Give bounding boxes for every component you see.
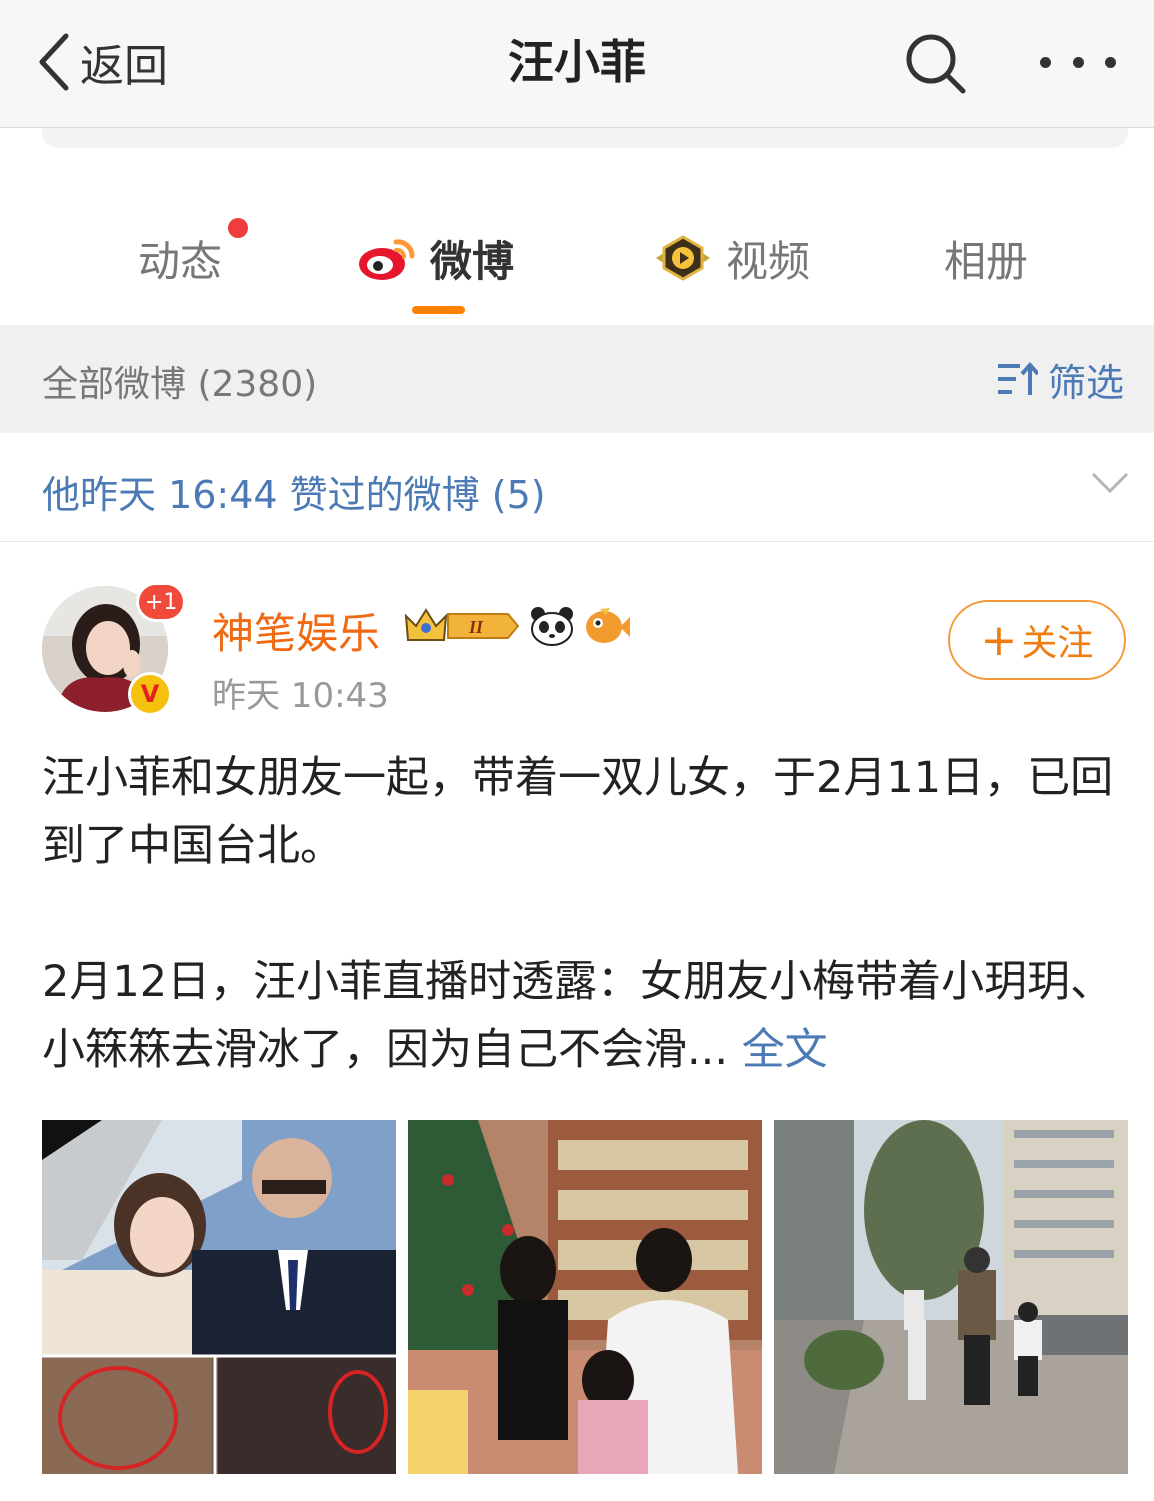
profile-tabs: 动态 微博 视频 相册 [0, 200, 1154, 320]
chevron-down-icon [1091, 472, 1129, 494]
search-icon[interactable] [902, 30, 968, 96]
photo-thumbnail[interactable] [42, 1120, 396, 1474]
panda-icon [531, 607, 573, 646]
page-title: 汪小菲 [508, 35, 646, 89]
filter-label: 筛选 [1047, 360, 1124, 405]
active-tab-indicator [412, 306, 465, 314]
notification-dot [228, 218, 248, 238]
tab-weibo-label: 微博 [430, 236, 515, 286]
post-paragraph: 2月12日，汪小菲直播时透露：女朋友小梅带着小玥玥、小箖箖去滑冰了，因为自己不会… [42, 948, 1122, 1084]
liked-posts-row[interactable]: 他昨天 16:44 赞过的微博 (5) [0, 434, 1154, 542]
crown-icon: II [404, 608, 520, 641]
tab-album[interactable]: 相册 [944, 226, 1028, 290]
weibo-logo-icon [359, 239, 415, 280]
avatar-badge: +1 [136, 582, 187, 622]
post-paragraph-text: 2月12日，汪小菲直播时透露：女朋友小梅带着小玥玥、小箖箖去滑冰了，因为自己不会… [42, 957, 1114, 1075]
photo-thumbnail[interactable] [774, 1120, 1128, 1474]
read-more-link[interactable]: 全文 [742, 1025, 828, 1075]
tab-video-label: 视频 [726, 236, 811, 286]
header-card-edge [42, 128, 1128, 148]
tab-feed-label: 动态 [138, 236, 223, 286]
post-time: 昨天 10:43 [212, 676, 389, 716]
post-content: 汪小菲和女朋友一起，带着一双儿女，于2月11日，已回到了中国台北。 2月12日，… [42, 744, 1122, 1084]
tab-weibo[interactable]: 微博 [358, 226, 514, 290]
filter-bar: 全部微博 (2380) 筛选 [0, 325, 1154, 433]
post-paragraph: 汪小菲和女朋友一起，带着一双儿女，于2月11日，已回到了中国台北。 [42, 753, 1114, 871]
tab-feed[interactable]: 动态 [138, 218, 248, 290]
svg-text:II: II [468, 617, 484, 637]
tab-album-label: 相册 [944, 236, 1029, 286]
author-badges: II [404, 602, 630, 650]
nav-bar: 返回 汪小菲 [0, 0, 1154, 128]
fish-icon [586, 608, 630, 643]
more-icon[interactable] [1040, 44, 1116, 80]
follow-label: 关注 [1021, 623, 1094, 664]
verified-badge: V [128, 672, 172, 716]
author-name[interactable]: 神笔娱乐 [212, 600, 380, 661]
video-icon [656, 235, 710, 281]
tab-video[interactable]: 视频 [652, 226, 810, 290]
filter-icon [997, 361, 1038, 395]
liked-posts-text: 他昨天 16:44 赞过的微博 (5) [42, 473, 546, 517]
photo-grid [42, 1120, 1128, 1474]
photo-thumbnail[interactable] [408, 1120, 762, 1474]
filter-button[interactable]: 筛选 [996, 355, 1124, 405]
follow-button[interactable]: + 关注 [948, 600, 1126, 680]
post-count: 全部微博 (2380) [42, 364, 318, 405]
plus-icon: + [980, 614, 1018, 666]
